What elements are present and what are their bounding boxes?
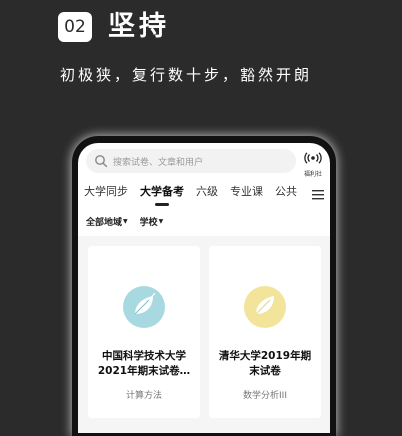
tab-cet6[interactable]: 六级 xyxy=(196,183,218,199)
card-subject: 计算方法 xyxy=(125,391,162,401)
caret-down-icon: ▼ xyxy=(158,218,164,225)
search-icon xyxy=(94,154,108,168)
phone-screen: 搜索试卷、文章和用户 福利社 大学同步 大学备考 六级 专业课 公共 全部地域 … xyxy=(78,143,330,433)
tab-university-exam-prep[interactable]: 大学备考 xyxy=(140,183,184,199)
tab-university-sync[interactable]: 大学同步 xyxy=(84,183,128,199)
filter-bar: 全部地域 ▼ 学校 ▼ xyxy=(86,215,163,228)
section-subtitle: 初极狭，复行数十步，豁然开朗 xyxy=(60,66,313,84)
section-heading: 坚持 xyxy=(108,11,170,42)
exam-card[interactable]: 中国科学技术大学2021年期末试卷… 计算方法 xyxy=(88,246,200,418)
search-input[interactable]: 搜索试卷、文章和用户 xyxy=(86,149,296,173)
leaf-icon xyxy=(250,290,280,324)
leaf-icon xyxy=(129,290,159,324)
card-title: 清华大学2019年期末试卷 xyxy=(218,350,312,377)
region-filter[interactable]: 全部地域 ▼ xyxy=(86,215,128,228)
broadcast-icon xyxy=(304,149,322,168)
card-title: 中国科学技术大学2021年期末试卷… xyxy=(97,350,191,377)
radio-label: 福利社 xyxy=(303,171,322,178)
card-subject: 数学分析III xyxy=(243,391,287,401)
category-tabs: 大学同步 大学备考 六级 专业课 公共 xyxy=(78,183,330,205)
radio-button[interactable]: 福利社 xyxy=(300,149,326,178)
caret-down-icon: ▼ xyxy=(123,218,128,225)
card-thumbnail xyxy=(123,286,165,328)
tab-public-courses[interactable]: 公共 xyxy=(275,183,297,199)
section-number-badge: 02 xyxy=(58,12,92,42)
region-filter-label: 全部地域 xyxy=(86,218,123,228)
card-thumbnail xyxy=(244,286,286,328)
search-placeholder: 搜索试卷、文章和用户 xyxy=(113,157,204,168)
school-filter-label: 学校 xyxy=(139,218,158,228)
exam-card[interactable]: 清华大学2019年期末试卷 数学分析III xyxy=(209,246,321,418)
tab-major-courses[interactable]: 专业课 xyxy=(230,183,263,199)
menu-icon[interactable] xyxy=(312,185,324,200)
school-filter[interactable]: 学校 ▼ xyxy=(140,215,164,228)
